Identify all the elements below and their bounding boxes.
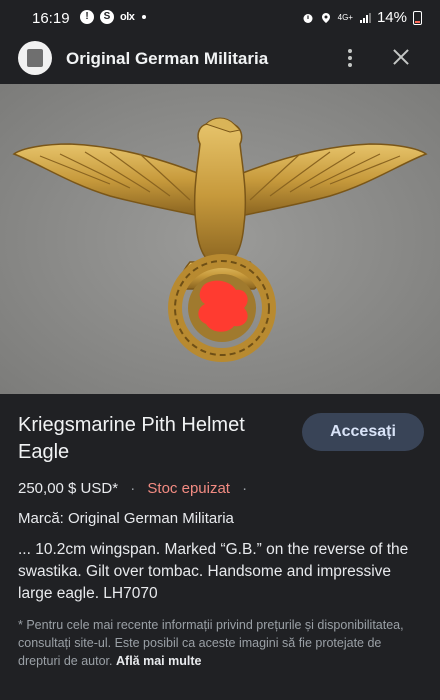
clock: 16:19 xyxy=(32,10,70,27)
site-header: Original German Militaria xyxy=(0,36,440,84)
visit-button[interactable]: Accesați xyxy=(302,413,424,451)
price: 250,00 $ USD* xyxy=(18,480,119,497)
s-app-icon: S xyxy=(100,10,114,24)
separator-dot-trailing: · xyxy=(242,480,248,497)
brand-line: Marcă: Original German Militaria xyxy=(18,510,234,527)
stock-status: Stoc epuizat xyxy=(147,480,230,497)
product-image[interactable] xyxy=(0,84,440,394)
battery-icon xyxy=(413,10,422,25)
price-row: 250,00 $ USD* · Stoc epuizat · xyxy=(18,480,255,497)
alert-icon: ! xyxy=(80,10,94,24)
notification-icons: ! S olx xyxy=(80,10,147,24)
more-options-icon[interactable] xyxy=(340,46,360,70)
system-icons: 4G+ 14% xyxy=(302,9,422,26)
location-icon xyxy=(321,12,330,23)
dot-icon xyxy=(142,15,147,19)
olx-icon: olx xyxy=(120,11,135,23)
product-details: Kriegsmarine Pith Helmet Eagle Accesați … xyxy=(0,394,440,700)
site-title[interactable]: Original German Militaria xyxy=(66,49,268,69)
learn-more-link[interactable]: Află mai multe xyxy=(116,654,201,668)
close-icon[interactable] xyxy=(388,44,414,70)
product-description: ... 10.2cm wingspan. Marked “G.B.” on th… xyxy=(18,541,409,602)
disclaimer: * Pentru cele mai recente informații pri… xyxy=(18,616,422,670)
battery-percent: 14% xyxy=(376,9,407,26)
eagle-illustration xyxy=(0,84,440,394)
disclaimer-text: * Pentru cele mai recente informații pri… xyxy=(18,618,404,668)
separator-dot: · xyxy=(130,480,136,497)
status-bar: 16:19 ! S olx 4G+ 14% xyxy=(0,0,440,36)
signal-icon xyxy=(359,12,371,23)
network-type: 4G+ xyxy=(337,12,353,22)
alarm-icon xyxy=(303,13,313,23)
site-avatar[interactable] xyxy=(18,41,52,75)
product-title[interactable]: Kriegsmarine Pith Helmet Eagle xyxy=(18,412,288,466)
